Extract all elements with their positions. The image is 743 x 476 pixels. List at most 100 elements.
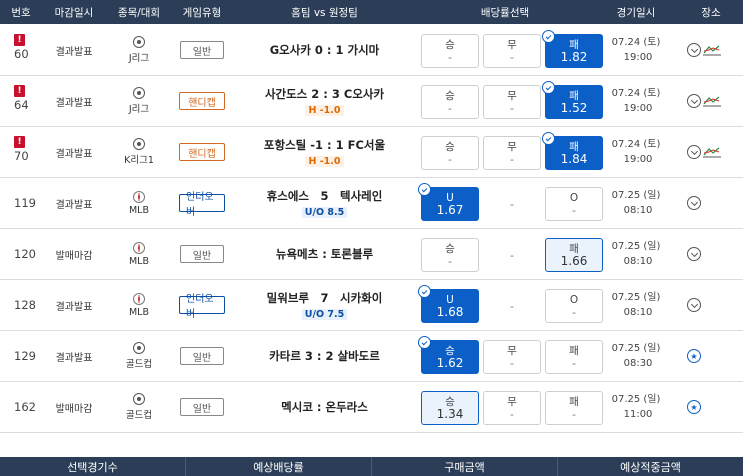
number-cell: 119 (0, 178, 42, 228)
check-icon (542, 30, 555, 43)
number-cell: ! 60 (0, 25, 42, 75)
odds-label: U (446, 191, 454, 204)
match-time: 08:10 (623, 307, 653, 318)
match-teams: 사간도스 2 : 3 C오사카 (264, 87, 385, 101)
odds-option[interactable]: 승 1.34 (421, 391, 479, 425)
teams-cell: 카타르 3 : 2 살바도르 (232, 331, 417, 381)
game-type-badge: 일반 (180, 41, 224, 59)
odds-option[interactable]: 무 - (483, 34, 541, 68)
match-teams: 카타르 3 : 2 살바도르 (269, 349, 380, 363)
match-date: 07.25 (일) (611, 241, 661, 252)
odds-option[interactable]: 무 - (483, 85, 541, 119)
favorite-location-icon[interactable] (687, 349, 701, 363)
location-dropdown-icon[interactable] (687, 196, 701, 210)
deadline-cell: 결과발표 (42, 127, 106, 177)
match-teams: 멕시코 : 온두라스 (281, 400, 368, 414)
odds-value: - (510, 407, 514, 421)
odds-value: - (510, 197, 514, 211)
odds-option[interactable]: 승 - (421, 85, 479, 119)
favorite-location-icon[interactable] (687, 400, 701, 414)
odds-value: - (572, 356, 576, 370)
odds-option[interactable]: 무 - (483, 340, 541, 374)
soccer-icon (133, 36, 145, 48)
date-cell: 07.25 (일) 11:00 (593, 382, 679, 432)
match-date: 07.24 (토) (611, 37, 661, 48)
table-row: 162 발매마감 골드컵 일반 멕시코 : 온두라스 승 1.34 무 - 패 … (0, 382, 743, 433)
odds-option[interactable]: U 1.68 (418, 285, 479, 323)
trend-chart-icon[interactable] (703, 146, 721, 158)
location-dropdown-icon[interactable] (687, 247, 701, 261)
header-game-type: 게임유형 (182, 6, 222, 19)
header-place: 장소 (701, 6, 721, 19)
sport-cell: 골드컵 (106, 382, 172, 432)
game-type-badge: 일반 (180, 347, 224, 365)
odds-value: - (448, 50, 452, 64)
location-dropdown-icon[interactable] (687, 94, 701, 108)
odds-value: - (572, 407, 576, 421)
match-date: 07.24 (토) (611, 139, 661, 150)
teams-cell: 포항스틸 -1 : 1 FC서울 H -1.0 (232, 127, 417, 177)
odds-option[interactable]: 승 1.62 (418, 336, 479, 374)
odds-value: 1.66 (560, 253, 588, 268)
table-row: 128 결과발표 MLB 언더오버 밀워브루 7 시카화이 U/O 7.5 U … (0, 280, 743, 331)
game-type-badge: 핸디캡 (179, 92, 225, 110)
odds-option: - (483, 187, 541, 221)
trend-chart-icon[interactable] (703, 44, 721, 56)
odds-value: - (510, 248, 514, 262)
odds-option[interactable]: U 1.67 (418, 183, 479, 221)
check-icon (542, 81, 555, 94)
deadline-status: 결과발표 (55, 148, 93, 160)
odds-value: - (572, 203, 576, 217)
odds-option[interactable]: 승 - (421, 34, 479, 68)
odds-option[interactable]: 무 - (483, 136, 541, 170)
league-name: K리그1 (124, 155, 154, 166)
odds-label: 무 (507, 38, 517, 51)
odds-option[interactable]: 승 - (421, 136, 479, 170)
date-cell: 07.24 (토) 19:00 (593, 127, 679, 177)
odds-value: 1.34 (436, 406, 464, 421)
odds-label: 패 (569, 395, 579, 408)
table-row: ! 64 결과발표 J리그 핸디캡 사간도스 2 : 3 C오사카 H -1.0 … (0, 76, 743, 127)
match-time: 19:00 (623, 52, 653, 63)
game-type-cell: 일반 (172, 382, 232, 432)
odds-label: 패 (569, 89, 579, 102)
odds-label: 무 (507, 89, 517, 102)
soccer-icon (133, 87, 145, 99)
sport-cell: J리그 (106, 25, 172, 75)
odds-label: U (446, 293, 454, 306)
alert-icon: ! (14, 85, 25, 97)
odds-group: 승 1.34 무 - 패 - (417, 382, 603, 432)
number-cell: 120 (0, 229, 42, 279)
baseball-icon (133, 190, 145, 203)
location-dropdown-icon[interactable] (687, 298, 701, 312)
soccer-icon (133, 138, 145, 150)
sport-cell: MLB (106, 229, 172, 279)
game-type-cell: 핸디캡 (172, 127, 232, 177)
game-number: 60 (14, 47, 29, 61)
date-cell: 07.25 (일) 08:30 (593, 331, 679, 381)
header-deadline: 마감일시 (54, 6, 94, 19)
match-teams: 밀워브루 7 시카화이 (266, 291, 383, 305)
place-cell (679, 178, 743, 228)
location-dropdown-icon[interactable] (687, 145, 701, 159)
location-dropdown-icon[interactable] (687, 43, 701, 57)
place-cell (679, 76, 743, 126)
teams-cell: 뉴욕메츠 : 토론블루 (232, 229, 417, 279)
date-cell: 07.25 (일) 08:10 (593, 229, 679, 279)
odds-value: - (510, 101, 514, 115)
teams-cell: 휴스에스 5 텍사레인 U/O 8.5 (232, 178, 417, 228)
place-cell (679, 229, 743, 279)
odds-option[interactable]: 무 - (483, 391, 541, 425)
date-cell: 07.25 (일) 08:10 (593, 178, 679, 228)
match-time: 08:30 (623, 358, 653, 369)
trend-chart-icon[interactable] (703, 95, 721, 107)
league-name: MLB (128, 306, 149, 318)
footer-purchase-amount: 구매금액 (372, 457, 558, 476)
odds-option: - (483, 238, 541, 272)
odds-option[interactable]: 승 - (421, 238, 479, 272)
odds-group: 승 - 무 - 패 1.82 (417, 25, 603, 75)
game-type-cell: 일반 (172, 25, 232, 75)
match-date: 07.24 (토) (611, 88, 661, 99)
footer-expected-odds: 예상배당률 (186, 457, 372, 476)
sport-cell: MLB (106, 178, 172, 228)
